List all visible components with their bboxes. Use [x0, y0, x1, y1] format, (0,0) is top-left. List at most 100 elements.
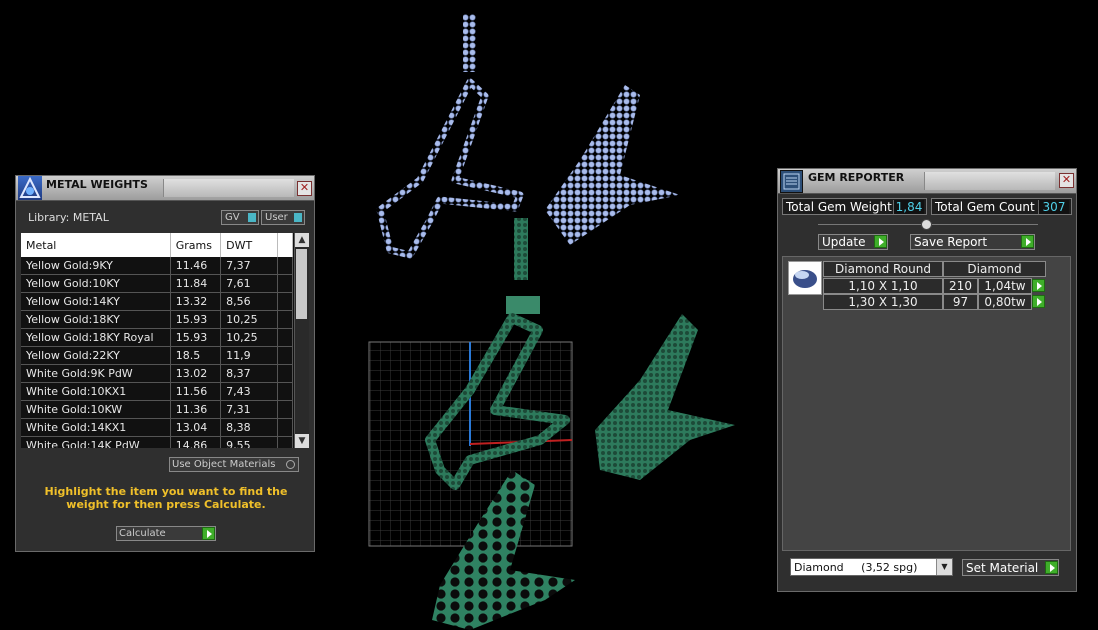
gem-row-arrow-icon[interactable]	[1032, 279, 1045, 292]
set-material-label: Set Material	[966, 561, 1039, 575]
table-row[interactable]: Yellow Gold:9KY 11.46 7,37	[21, 257, 294, 275]
gem-count-cell: 97	[943, 294, 978, 310]
table-row[interactable]: Yellow Gold:14KY 13.32 8,56	[21, 292, 294, 311]
gem-header-material: Diamond	[943, 261, 1046, 277]
use-object-materials-toggle[interactable]: Use Object Materials	[169, 457, 299, 472]
blank-cell	[277, 418, 294, 437]
gem-reporter-titlebar[interactable]: GEM REPORTER ✕	[778, 169, 1076, 194]
gv-toggle-indicator	[248, 213, 256, 222]
metal-cell: Yellow Gold:18KY	[21, 310, 171, 329]
grams-cell: 15.93	[170, 310, 222, 329]
calculate-label: Calculate	[119, 528, 166, 539]
divider-slider[interactable]	[818, 219, 1038, 230]
metal-cell: White Gold:14K PdW	[21, 436, 171, 448]
column-header-metal[interactable]: Metal	[21, 233, 171, 257]
metal-cell: Yellow Gold:18KY Royal	[21, 328, 171, 347]
metal-cell: White Gold:9K PdW	[21, 364, 171, 383]
user-toggle-indicator	[294, 213, 302, 222]
dwt-cell: 11,9	[220, 346, 278, 365]
table-row[interactable]: Yellow Gold:22KY 18.5 11,9	[21, 346, 294, 365]
save-report-label: Save Report	[914, 235, 988, 249]
blank-cell	[277, 382, 294, 401]
blank-cell	[277, 274, 294, 293]
material-select[interactable]: Diamond (3,52 spg) ▼	[790, 558, 953, 576]
close-icon[interactable]: ✕	[1059, 173, 1074, 188]
column-header-grams[interactable]: Grams	[170, 233, 222, 257]
user-label: User	[265, 212, 288, 223]
table-row[interactable]: White Gold:9K PdW 13.02 8,37	[21, 364, 294, 383]
update-arrow-icon	[874, 235, 887, 248]
gv-toggle[interactable]: GV	[221, 210, 259, 225]
dwt-cell: 10,25	[220, 328, 278, 347]
grams-cell: 11.56	[170, 382, 222, 401]
blank-cell	[277, 400, 294, 419]
gem-reporter-logo-icon	[780, 170, 803, 193]
table-row[interactable]: White Gold:10KW 11.36 7,31	[21, 400, 294, 419]
gem-filled-shape	[545, 85, 680, 245]
metal-cell: White Gold:10KX1	[21, 382, 171, 401]
metal-cell: Yellow Gold:22KY	[21, 346, 171, 365]
table-row[interactable]: White Gold:14KX1 13.04 8,38	[21, 418, 294, 437]
blank-cell	[277, 328, 294, 347]
dwt-cell: 8,38	[220, 418, 278, 437]
metal-weights-titlebar[interactable]: METAL WEIGHTS ✕	[16, 176, 314, 201]
bail-connector	[506, 296, 540, 314]
gem-count-cell: 210	[943, 278, 978, 294]
grams-cell: 15.93	[170, 328, 222, 347]
instruction-text: Highlight the item you want to find the …	[44, 485, 288, 511]
table-scrollbar[interactable]: ▲ ▼	[294, 233, 309, 448]
metal-cell: White Gold:14KX1	[21, 418, 171, 437]
metal-weights-logo-icon	[18, 176, 42, 200]
table-row[interactable]: Yellow Gold:18KY Royal 15.93 10,25	[21, 328, 294, 347]
use-object-materials-label: Use Object Materials	[172, 459, 276, 470]
dwt-cell: 7,43	[220, 382, 278, 401]
total-gem-weight-field: Total Gem Weight 1,84	[782, 198, 927, 215]
scroll-up-icon[interactable]: ▲	[295, 233, 309, 247]
calculate-button[interactable]: Calculate	[116, 526, 216, 541]
close-icon[interactable]: ✕	[297, 181, 312, 196]
blank-cell	[277, 292, 294, 311]
user-toggle[interactable]: User	[261, 210, 305, 225]
dwt-cell: 7,31	[220, 400, 278, 419]
metal-cell: White Gold:10KW	[21, 400, 171, 419]
bail-piece	[514, 218, 528, 280]
table-row[interactable]: Yellow Gold:18KY 15.93 10,25	[21, 310, 294, 329]
grams-cell: 13.32	[170, 292, 222, 311]
gem-size-cell: 1,10 X 1,10	[823, 278, 943, 294]
gem-reporter-panel: GEM REPORTER ✕ Total Gem Weight 1,84 Tot…	[777, 168, 1077, 592]
table-row[interactable]: Yellow Gold:10KY 11.84 7,61	[21, 274, 294, 293]
metal-weights-panel: METAL WEIGHTS ✕ Library: METAL GV User M…	[15, 175, 315, 552]
dwt-cell: 8,37	[220, 364, 278, 383]
total-gem-count-field: Total Gem Count 307	[931, 198, 1072, 215]
metal-weights-title: METAL WEIGHTS	[46, 178, 148, 191]
blank-cell	[277, 364, 294, 383]
save-report-button[interactable]: Save Report	[910, 234, 1035, 250]
table-row[interactable]: White Gold:10KX1 11.56 7,43	[21, 382, 294, 401]
gem-row-arrow-icon[interactable]	[1032, 295, 1045, 308]
total-gem-weight-value: 1,84	[893, 200, 924, 214]
mesh-filled-shape	[595, 314, 735, 480]
gem-thumbnail-icon[interactable]	[788, 261, 822, 295]
table-row[interactable]: White Gold:14K PdW 14.86 9,55	[21, 436, 294, 448]
gem-weight-cell: 0,80tw	[978, 294, 1032, 310]
metal-cell: Yellow Gold:14KY	[21, 292, 171, 311]
save-report-arrow-icon	[1021, 235, 1034, 248]
scroll-thumb[interactable]	[296, 249, 307, 319]
blank-cell	[277, 310, 294, 329]
title-slab	[163, 179, 294, 197]
gem-size-cell: 1,30 X 1,30	[823, 294, 943, 310]
gem-list-area: Diamond Round Diamond 1,10 X 1,10 210 1,04…	[782, 256, 1071, 551]
blank-cell	[277, 436, 294, 448]
chevron-down-icon[interactable]: ▼	[936, 559, 952, 575]
slider-knob-icon[interactable]	[921, 219, 932, 230]
grams-cell: 11.46	[170, 257, 222, 275]
set-material-button[interactable]: Set Material	[962, 559, 1059, 576]
column-header-dwt[interactable]: DWT	[220, 233, 278, 257]
dwt-cell: 8,56	[220, 292, 278, 311]
metal-table-container: Metal Grams DWT Yellow Gold:9KY 11.46 7,37…	[21, 233, 309, 448]
total-gem-weight-label: Total Gem Weight	[786, 200, 892, 214]
dwt-cell: 7,37	[220, 257, 278, 275]
scroll-down-icon[interactable]: ▼	[295, 434, 309, 448]
update-button[interactable]: Update	[818, 234, 888, 250]
grams-cell: 11.84	[170, 274, 222, 293]
